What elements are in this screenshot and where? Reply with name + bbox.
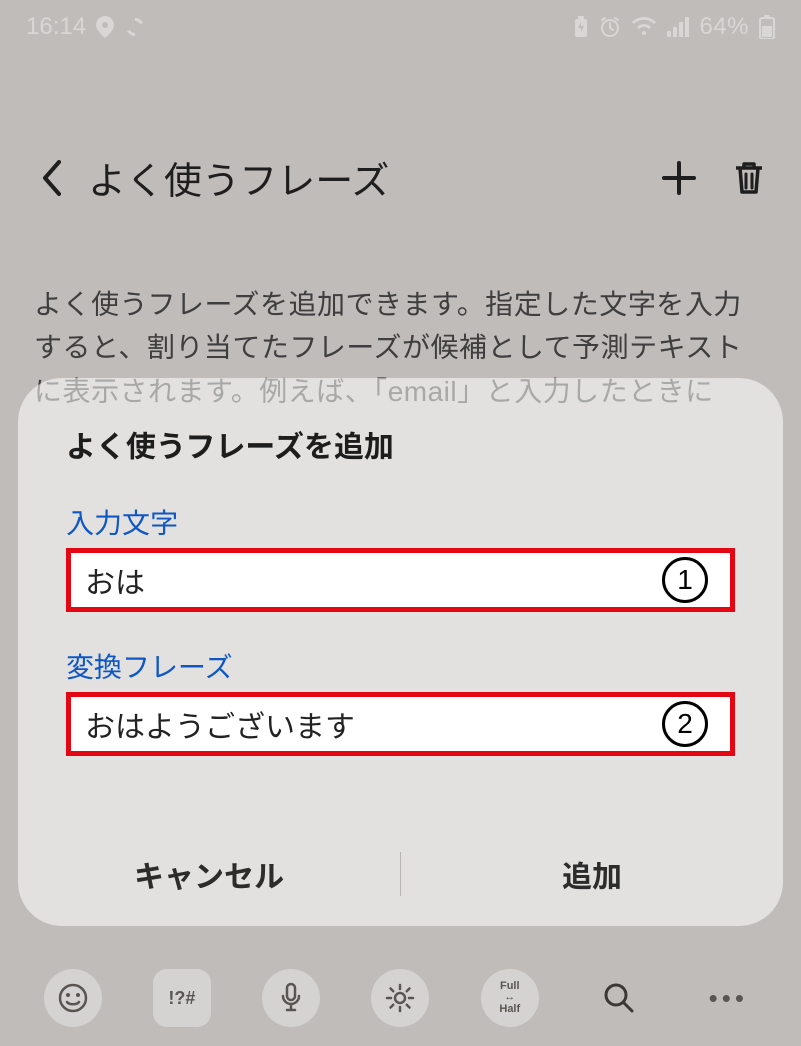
keyboard-settings-button[interactable] <box>371 969 429 1027</box>
phrase-input[interactable]: おはようございます 2 <box>66 692 735 756</box>
full-half-icon: Full↔Half <box>499 981 520 1016</box>
shortcut-label: 入力文字 <box>66 502 735 542</box>
search-button[interactable] <box>590 969 648 1027</box>
dialog-title: よく使うフレーズを追加 <box>18 422 783 502</box>
phrase-label: 変換フレーズ <box>66 646 735 686</box>
search-icon <box>602 981 636 1015</box>
page-title: よく使うフレーズ <box>88 150 643 205</box>
delete-button[interactable] <box>731 160 767 196</box>
keyboard-toolbar: !?# Full↔Half ••• <box>0 950 801 1046</box>
emoji-icon <box>57 982 89 1014</box>
add-phrase-dialog: よく使うフレーズを追加 入力文字 おは 1 変換フレーズ おはようございます 2… <box>18 378 783 926</box>
shortcut-input[interactable]: おは 1 <box>66 548 735 612</box>
shortcut-input-value: おは <box>85 558 145 602</box>
gear-icon <box>384 982 416 1014</box>
emoji-button[interactable] <box>44 969 102 1027</box>
more-icon: ••• <box>709 983 748 1014</box>
cancel-button[interactable]: キャンセル <box>18 822 400 926</box>
phrase-input-value: おはようございます <box>85 702 355 746</box>
full-half-width-button[interactable]: Full↔Half <box>481 969 539 1027</box>
callout-1: 1 <box>662 557 708 603</box>
voice-input-button[interactable] <box>262 969 320 1027</box>
callout-2: 2 <box>662 701 708 747</box>
back-button[interactable] <box>34 160 70 196</box>
symbols-button[interactable]: !?# <box>153 969 211 1027</box>
add-button[interactable] <box>661 160 697 196</box>
confirm-button[interactable]: 追加 <box>401 822 783 926</box>
symbols-icon: !?# <box>168 988 195 1009</box>
microphone-icon <box>279 982 303 1014</box>
more-button[interactable]: ••• <box>699 983 757 1014</box>
